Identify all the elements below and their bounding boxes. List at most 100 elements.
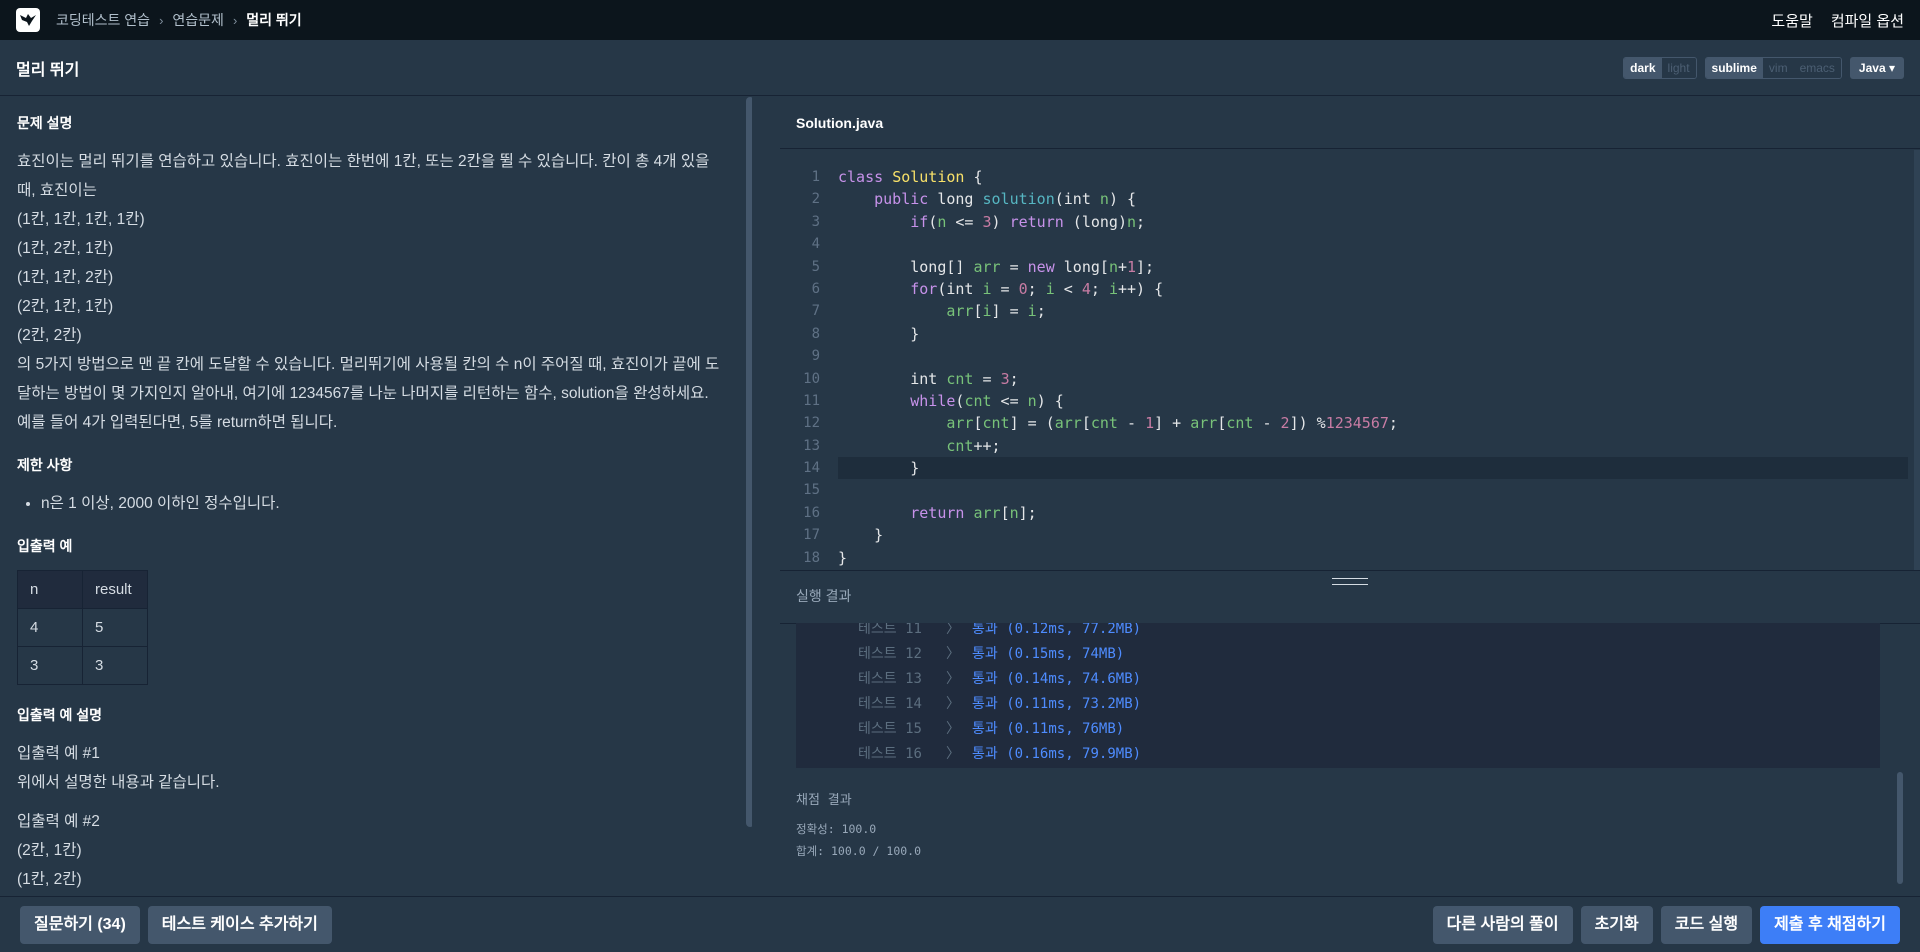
constraints-heading: 제한 사항	[17, 457, 73, 473]
ask-question-button[interactable]: 질문하기 (34)	[20, 905, 140, 944]
add-testcase-button[interactable]: 테스트 케이스 추가하기	[147, 905, 332, 944]
total-score: 합계: 100.0 / 100.0	[796, 844, 922, 858]
run-code-button[interactable]: 코드 실행	[1660, 905, 1753, 944]
description-line: (1칸, 1칸, 2칸)	[17, 269, 114, 286]
table-cell: 3	[17, 646, 83, 685]
description-line: 효진이는 멀리 뛰기를 연습하고 있습니다. 효진이는 한번에 1칸, 또는 2…	[17, 153, 710, 199]
chevron-right-icon: 〉	[946, 721, 960, 737]
code-line: if(n <= 3) return (long)n;	[910, 212, 1146, 231]
others-solutions-button[interactable]: 다른 사람의 풀이	[1432, 905, 1573, 944]
code-line: }	[838, 324, 920, 343]
language-label: Java	[1858, 60, 1886, 75]
test-result-row: 테스트 11 〉 통과 (0.12ms, 77.2MB)	[796, 623, 1880, 642]
submit-button[interactable]: 제출 후 채점하기	[1760, 905, 1900, 944]
code-lines: class Solution { public long solution(in…	[838, 166, 1908, 569]
chevron-right-icon: ›	[232, 12, 238, 28]
code-line: arr[i] = i;	[946, 302, 1046, 321]
io-explain-heading: 입출력 예 설명	[17, 707, 103, 723]
line-number: 8	[811, 325, 820, 342]
test-name: 테스트 12	[858, 646, 922, 662]
description-line: (1칸, 2칸, 1칸)	[17, 240, 114, 257]
test-result: 통과 (0.16ms, 79.9MB)	[972, 746, 1142, 762]
table-header-cell: n	[17, 570, 83, 609]
keymap-emacs-option[interactable]: emacs	[1793, 57, 1841, 78]
compile-options-link[interactable]: 컴파일 옵션	[1831, 10, 1904, 31]
test-result: 통과 (0.15ms, 74MB)	[972, 646, 1125, 662]
code-line: return arr[n];	[910, 503, 1037, 522]
test-name: 테스트 15	[858, 721, 922, 737]
line-number: 15	[803, 482, 820, 499]
panel-divider[interactable]	[752, 97, 1526, 896]
chevron-right-icon: 〉	[946, 623, 960, 637]
test-name: 테스트 14	[858, 696, 922, 712]
output-label: 실행 결과	[796, 588, 852, 604]
line-number: 18	[803, 549, 820, 566]
reset-button[interactable]: 초기화	[1580, 905, 1653, 944]
problem-panel: 문제 설명 효진이는 멀리 뛰기를 연습하고 있습니다. 효진이는 한번에 1칸…	[0, 97, 752, 896]
chevron-right-icon: 〉	[946, 746, 960, 762]
line-number: 7	[811, 303, 820, 320]
output-resize-handle[interactable]	[780, 570, 1920, 588]
editor-file-tab[interactable]: Solution.java	[780, 97, 1920, 149]
action-bar: 질문하기 (34) 테스트 케이스 추가하기 다른 사람의 풀이 초기화 코드 …	[0, 896, 1920, 952]
breadcrumb: 코딩테스트 연습 › 연습문제 › 멀리 뛰기	[56, 10, 302, 30]
io-table: n result 4 5 3 3	[17, 570, 148, 685]
line-numbers: 1 2 3 4 5 6 7 8 9 10 11 12 13 14 15 16 1…	[780, 166, 830, 569]
code-line: }	[838, 526, 884, 545]
test-result: 통과 (0.14ms, 74.6MB)	[972, 671, 1142, 687]
chevron-right-icon: ›	[159, 12, 164, 28]
keymap-vim-option[interactable]: vim	[1762, 57, 1794, 78]
description-line: 의 5가지 방법으로 맨 끝 칸에 도달할 수 있습니다. 멀리뛰기에 사용될 …	[17, 356, 720, 431]
line-number: 1	[811, 169, 820, 185]
code-line: }	[838, 548, 848, 567]
io-heading: 입출력 예	[17, 538, 73, 554]
grading-result: 채점 결과 정확성: 100.0 합계: 100.0 / 100.0	[796, 789, 921, 862]
example-2-line: (1칸, 2칸)	[17, 871, 82, 888]
keymap-sublime-option[interactable]: sublime	[1705, 57, 1763, 78]
code-line: while(cnt <= n) {	[910, 391, 1064, 410]
test-result-row: 테스트 16 〉 통과 (0.16ms, 79.9MB)	[796, 742, 1880, 767]
code-line: for(int i = 0; i < 4; i++) {	[910, 279, 1164, 298]
description-line: (2칸, 1칸, 1칸)	[17, 298, 114, 315]
code-line: public long solution(int n) {	[874, 190, 1137, 209]
code-line: arr[cnt] = (arr[cnt - 1] + arr[cnt - 2])…	[946, 414, 1398, 433]
line-number: 12	[803, 415, 820, 432]
line-number: 6	[811, 280, 820, 297]
test-result-row: 테스트 15 〉 통과 (0.11ms, 76MB)	[796, 717, 1880, 742]
breadcrumb-current: 멀리 뛰기	[246, 12, 302, 28]
table-cell: 4	[17, 608, 83, 647]
help-link[interactable]: 도움말	[1771, 10, 1812, 31]
page-title: 멀리 뛰기	[16, 61, 80, 79]
table-row: 4 5	[17, 608, 148, 647]
test-results-console: 테스트 11 〉 통과 (0.12ms, 77.2MB) 테스트 12 〉 통과 (0.…	[796, 623, 1880, 768]
test-name: 테스트 11	[858, 623, 922, 637]
table-header-cell: result	[82, 570, 148, 609]
breadcrumb-coding-test[interactable]: 코딩테스트 연습	[56, 10, 150, 30]
line-number: 11	[803, 392, 820, 409]
code-editor[interactable]: 1 2 3 4 5 6 7 8 9 10 11 12 13 14 15 16 1…	[780, 150, 1920, 570]
description-line: (1칸, 1칸, 1칸, 1칸)	[17, 211, 145, 228]
chevron-right-icon: 〉	[946, 646, 960, 662]
problem-header: 멀리 뛰기 dark light sublime vim emacs Java …	[0, 40, 1920, 96]
breadcrumb-practice[interactable]: 연습문제	[172, 10, 224, 30]
line-number: 5	[811, 258, 820, 275]
line-number: 10	[803, 370, 820, 387]
editor-panel: Solution.java 1 2 3 4 5 6 7 8 9 10 11 12…	[780, 97, 1920, 896]
table-row: 3 3	[17, 646, 148, 685]
test-name: 테스트 16	[858, 746, 922, 762]
language-select[interactable]: Java ▾	[1849, 56, 1904, 79]
line-number: 9	[811, 348, 820, 365]
keymap-toggle: sublime vim emacs	[1704, 56, 1842, 79]
theme-light-option[interactable]: light	[1661, 57, 1696, 78]
test-result: 통과 (0.11ms, 76MB)	[972, 721, 1125, 737]
example-1-body: 위에서 설명한 내용과 같습니다.	[17, 774, 220, 791]
output-scrollbar[interactable]	[1897, 772, 1903, 884]
line-number: 4	[811, 236, 820, 253]
editor-scrollbar[interactable]	[1914, 150, 1920, 570]
table-cell: 3	[82, 646, 148, 685]
test-result-row: 테스트 13 〉 통과 (0.14ms, 74.6MB)	[796, 667, 1880, 692]
programmers-logo-icon[interactable]	[16, 8, 40, 32]
code-line: int cnt = 3;	[838, 369, 1019, 388]
theme-dark-option[interactable]: dark	[1624, 57, 1662, 78]
